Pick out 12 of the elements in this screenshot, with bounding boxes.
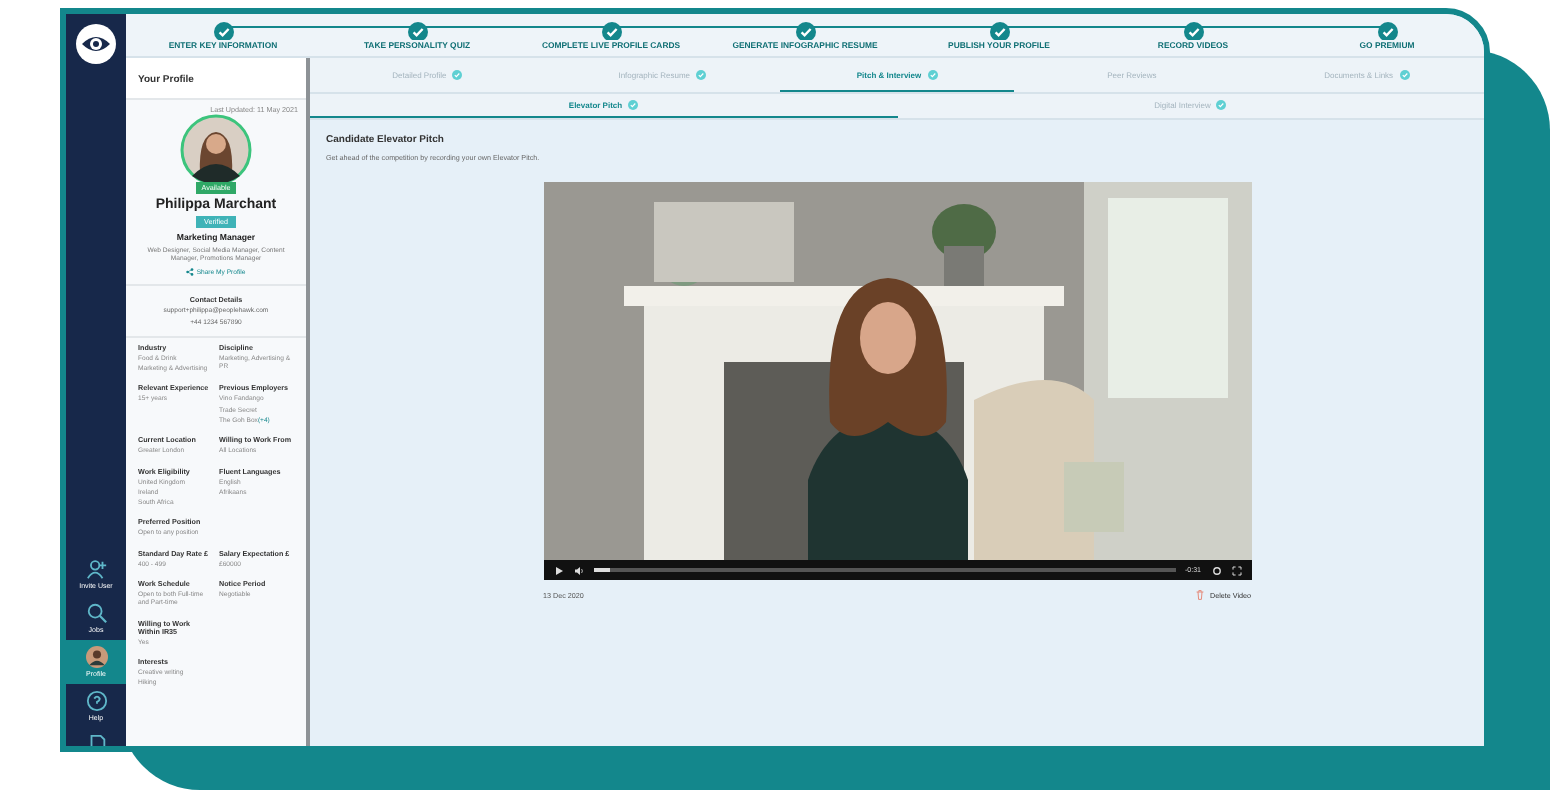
logo-icon [74,22,118,66]
avatar-icon [85,646,107,668]
person-add-icon [85,558,107,580]
search-icon [85,602,107,624]
play-icon[interactable] [553,565,563,575]
settings-icon[interactable] [1211,565,1221,575]
help-icon [85,690,107,712]
volume-icon[interactable] [573,565,583,575]
fullscreen-icon[interactable] [1231,565,1241,575]
share-icon [186,267,195,276]
avatar-icon [180,114,252,186]
trash-icon [1195,590,1204,600]
